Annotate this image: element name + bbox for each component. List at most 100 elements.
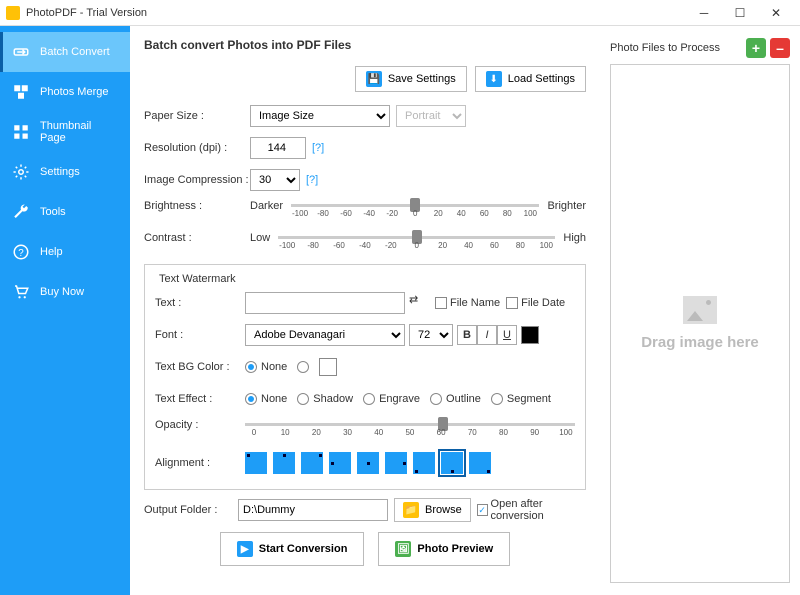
resolution-help[interactable]: [?] [312, 142, 324, 154]
svg-text:?: ? [18, 248, 24, 259]
alignment-7[interactable] [441, 452, 463, 474]
alignment-6[interactable] [413, 452, 435, 474]
font-label: Font : [155, 329, 245, 341]
sidebar-item-settings[interactable]: Settings [0, 152, 130, 192]
paper-size-select[interactable]: Image Size [250, 105, 390, 127]
sidebar-item-batch-convert[interactable]: Batch Convert [0, 32, 130, 72]
alignment-8[interactable] [469, 452, 491, 474]
sidebar-item-label: Tools [40, 206, 66, 218]
wm-text-input[interactable] [245, 292, 405, 314]
main-panel: Batch convert Photos into PDF Files 💾Sav… [130, 26, 600, 595]
wm-insert-icon[interactable]: ⇄ [409, 293, 429, 313]
font-color-box[interactable] [521, 326, 539, 344]
start-conversion-button[interactable]: ▶Start Conversion [220, 532, 365, 566]
save-settings-button[interactable]: 💾Save Settings [355, 66, 467, 92]
drop-text: Drag image here [641, 334, 759, 351]
image-placeholder-icon [683, 296, 717, 324]
sidebar-item-buy-now[interactable]: Buy Now [0, 272, 130, 312]
resolution-input[interactable] [250, 137, 306, 159]
alignment-0[interactable] [245, 452, 267, 474]
watermark-fieldset: Text Watermark Text : ⇄ File Name File D… [144, 264, 586, 490]
sidebar-item-label: Buy Now [40, 286, 84, 298]
browse-button[interactable]: 📁Browse [394, 498, 471, 522]
wrench-icon [12, 203, 30, 221]
brightness-ticks: -100-80-60-40-20020406080100 [291, 209, 539, 218]
compression-label: Image Compression : [144, 174, 250, 186]
watermark-legend: Text Watermark [155, 273, 240, 285]
load-icon: ⬇ [486, 71, 502, 87]
opacity-ticks: 0102030405060708090100 [245, 428, 575, 437]
high-label: High [563, 232, 586, 244]
bg-none-radio[interactable]: None [245, 361, 287, 373]
alignment-boxes [245, 452, 491, 474]
sidebar-item-label: Help [40, 246, 63, 258]
effect-radio-none[interactable]: None [245, 393, 287, 405]
contrast-slider[interactable]: -100-80-60-40-20020406080100 [278, 232, 555, 256]
output-folder-label: Output Folder : [144, 504, 238, 516]
sidebar-item-tools[interactable]: Tools [0, 192, 130, 232]
alignment-5[interactable] [385, 452, 407, 474]
titlebar: PhotoPDF - Trial Version ─ ☐ ✕ [0, 0, 800, 26]
effect-radio-shadow[interactable]: Shadow [297, 393, 353, 405]
sidebar-item-help[interactable]: ? Help [0, 232, 130, 272]
drop-zone[interactable]: Drag image here [610, 64, 790, 583]
alignment-3[interactable] [329, 452, 351, 474]
effect-label: Text Effect : [155, 393, 245, 405]
open-after-checkbox[interactable]: ✓Open after conversion [477, 498, 586, 522]
brightness-slider[interactable]: -100-80-60-40-20020406080100 [291, 200, 539, 224]
opacity-slider[interactable]: 0102030405060708090100 [245, 419, 575, 443]
effect-radio-engrave[interactable]: Engrave [363, 393, 420, 405]
font-size-select[interactable]: 72 [409, 324, 453, 346]
gear-icon [12, 163, 30, 181]
minimize-button[interactable]: ─ [686, 1, 722, 25]
brightness-label: Brightness : [144, 200, 250, 212]
remove-file-button[interactable]: – [770, 38, 790, 58]
effect-radio-outline[interactable]: Outline [430, 393, 481, 405]
output-folder-input[interactable] [238, 499, 388, 521]
sidebar-item-label: Thumbnail Page [40, 120, 118, 144]
sidebar-item-thumbnail-page[interactable]: Thumbnail Page [0, 112, 130, 152]
alignment-4[interactable] [357, 452, 379, 474]
opacity-label: Opacity : [155, 419, 245, 431]
alignment-2[interactable] [301, 452, 323, 474]
underline-button[interactable]: U [497, 325, 517, 345]
convert-icon [12, 43, 30, 61]
sidebar-item-label: Settings [40, 166, 80, 178]
sidebar-item-label: Batch Convert [40, 46, 110, 58]
effect-radios: None Shadow Engrave Outline Segment [245, 393, 561, 405]
compression-help[interactable]: [?] [306, 174, 318, 186]
bg-color-radio[interactable] [297, 361, 309, 373]
wm-text-label: Text : [155, 297, 245, 309]
italic-button[interactable]: I [477, 325, 497, 345]
sidebar-item-photos-merge[interactable]: Photos Merge [0, 72, 130, 112]
bg-color-label: Text BG Color : [155, 361, 245, 373]
effect-radio-segment[interactable]: Segment [491, 393, 551, 405]
app-icon [6, 6, 20, 20]
thumbnail-icon [12, 123, 30, 141]
bold-button[interactable]: B [457, 325, 477, 345]
filedate-checkbox[interactable]: File Date [506, 297, 565, 309]
darker-label: Darker [250, 200, 283, 212]
paper-size-label: Paper Size : [144, 110, 250, 122]
contrast-ticks: -100-80-60-40-20020406080100 [278, 241, 555, 250]
add-file-button[interactable]: + [746, 38, 766, 58]
folder-icon: 📁 [403, 502, 419, 518]
load-settings-button[interactable]: ⬇Load Settings [475, 66, 586, 92]
resolution-label: Resolution (dpi) : [144, 142, 250, 154]
preview-icon: 🖼 [395, 541, 411, 557]
right-title: Photo Files to Process [610, 42, 742, 54]
sidebar-item-label: Photos Merge [40, 86, 108, 98]
orientation-select: Portrait [396, 105, 466, 127]
compression-select[interactable]: 30 [250, 169, 300, 191]
bg-color-box[interactable] [319, 358, 337, 376]
merge-icon [12, 83, 30, 101]
maximize-button[interactable]: ☐ [722, 1, 758, 25]
right-panel: Photo Files to Process + – Drag image he… [600, 26, 800, 595]
photo-preview-button[interactable]: 🖼Photo Preview [378, 532, 510, 566]
alignment-1[interactable] [273, 452, 295, 474]
close-button[interactable]: ✕ [758, 1, 794, 25]
font-select[interactable]: Adobe Devanagari [245, 324, 405, 346]
start-icon: ▶ [237, 541, 253, 557]
sidebar: Batch Convert Photos Merge Thumbnail Pag… [0, 26, 130, 595]
filename-checkbox[interactable]: File Name [435, 297, 500, 309]
